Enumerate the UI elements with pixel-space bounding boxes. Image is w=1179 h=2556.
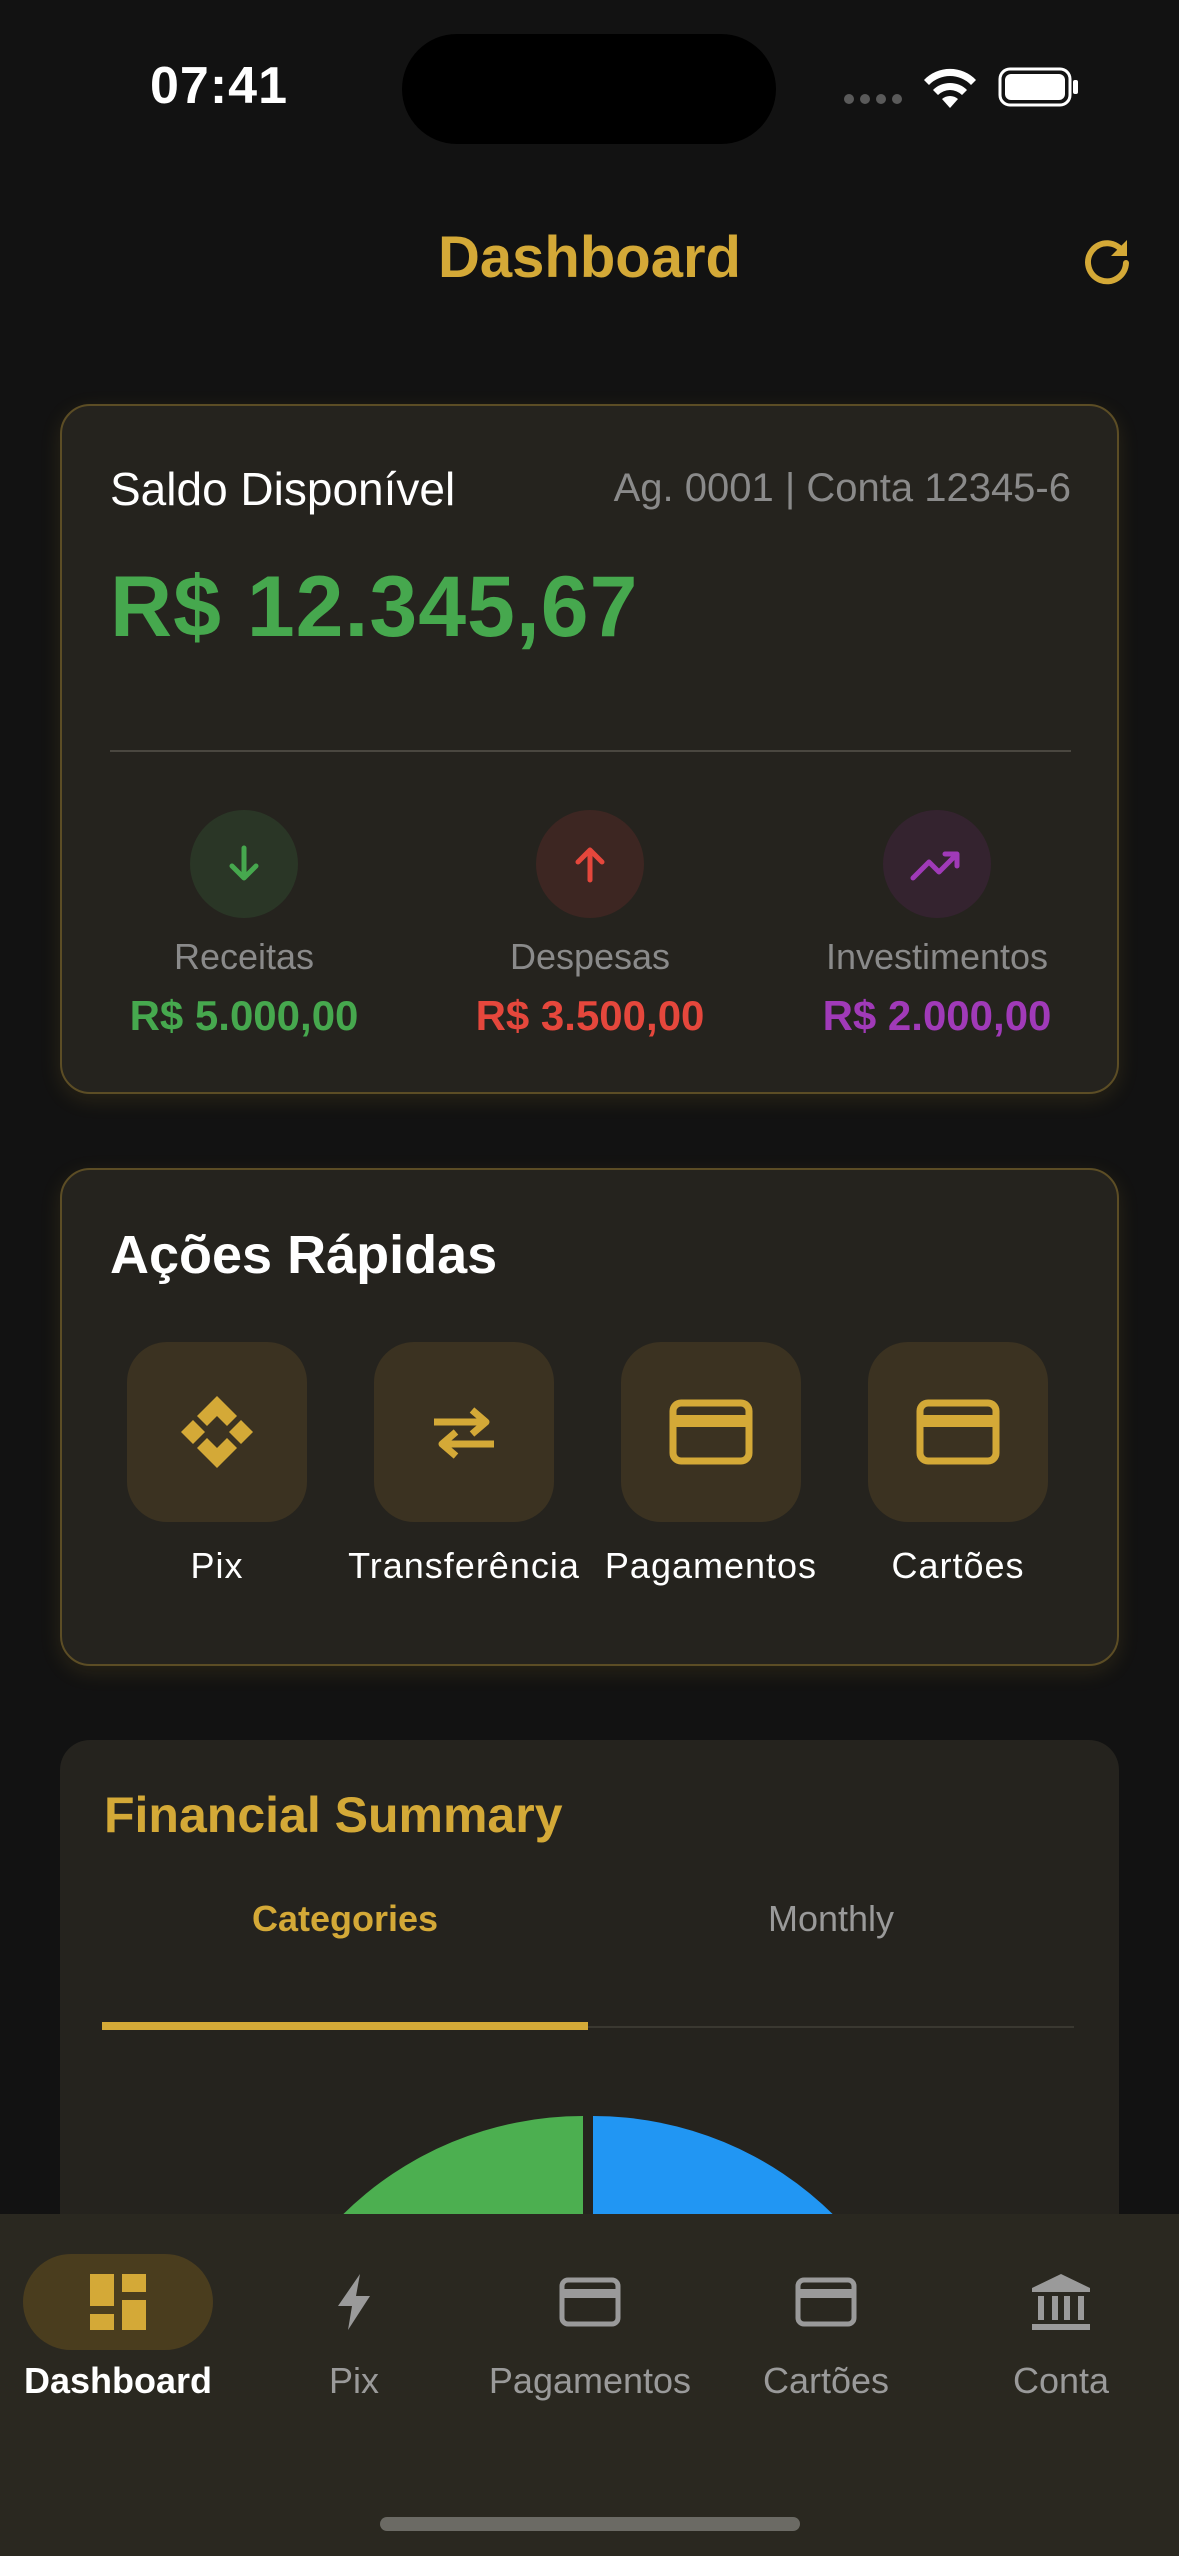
arrow-up-icon xyxy=(536,810,644,918)
action-label: Cartões xyxy=(891,1545,1025,1586)
stat-investments: Investimentos R$ 2.000,00 xyxy=(767,810,1107,1040)
trending-up-icon xyxy=(883,810,991,918)
action-pix[interactable]: Pix xyxy=(94,1342,340,1590)
nav-item-dashboard[interactable]: Dashboard xyxy=(0,2254,236,2402)
balance-card: Saldo Disponível Ag. 0001 | Conta 12345-… xyxy=(60,404,1119,1094)
stat-expenses: Despesas R$ 3.500,00 xyxy=(420,810,760,1040)
arrow-down-icon xyxy=(190,810,298,918)
card-icon[interactable] xyxy=(868,1342,1048,1522)
dashboard-icon[interactable] xyxy=(23,2254,213,2350)
stat-label: Investimentos xyxy=(825,936,1049,977)
bank-icon[interactable] xyxy=(966,2254,1156,2350)
card-icon[interactable] xyxy=(495,2254,685,2350)
status-time: 07:41 xyxy=(150,57,288,115)
nav-label: Dashboard xyxy=(23,2360,213,2401)
account-info: Ag. 0001 | Conta 12345-6 xyxy=(613,466,1071,510)
pix-icon[interactable] xyxy=(127,1342,307,1522)
bottom-nav: Dashboard Pix Pagamentos Cartões Conta xyxy=(0,2214,1179,2556)
card-icon[interactable] xyxy=(731,2254,921,2350)
stat-income: Receitas R$ 5.000,00 xyxy=(74,810,414,1040)
nav-label: Cartões xyxy=(762,2360,890,2401)
nav-label: Conta xyxy=(1012,2360,1110,2401)
action-label: Pix xyxy=(190,1545,244,1586)
wifi-icon xyxy=(924,68,976,108)
stat-value: R$ 3.500,00 xyxy=(475,992,705,1039)
action-label: Pagamentos xyxy=(604,1545,818,1586)
nav-label: Pix xyxy=(328,2360,379,2401)
status-bar: 07:41 xyxy=(0,0,1179,150)
stat-label: Despesas xyxy=(509,936,671,977)
home-indicator xyxy=(380,2517,800,2531)
nav-label: Pagamentos xyxy=(488,2360,692,2401)
action-label: Transferência xyxy=(348,1545,580,1586)
stat-label: Receitas xyxy=(173,936,315,977)
divider xyxy=(110,750,1071,752)
action-cards[interactable]: Cartões xyxy=(835,1342,1081,1590)
dashboard-screen: 07:41 Dashboard Saldo Disponível Ag. 000… xyxy=(0,0,1179,2556)
nav-item-pix[interactable]: Pix xyxy=(236,2254,472,2402)
refresh-icon[interactable] xyxy=(1078,232,1136,290)
nav-item-cards[interactable]: Cartões xyxy=(708,2254,944,2402)
bolt-icon[interactable] xyxy=(259,2254,449,2350)
stat-value: R$ 5.000,00 xyxy=(129,992,359,1039)
transfer-icon[interactable] xyxy=(374,1342,554,1522)
card-icon[interactable] xyxy=(621,1342,801,1522)
nav-item-payments[interactable]: Pagamentos xyxy=(472,2254,708,2402)
action-transfer[interactable]: Transferência xyxy=(341,1342,587,1614)
balance-label: Saldo Disponível xyxy=(110,463,456,515)
quick-actions-title: Ações Rápidas xyxy=(110,1225,498,1285)
page-title: Dashboard xyxy=(438,225,741,290)
balance-amount: R$ 12.345,67 xyxy=(110,559,639,655)
stat-value: R$ 2.000,00 xyxy=(822,992,1052,1039)
action-payments[interactable]: Pagamentos xyxy=(588,1342,834,1590)
nav-item-account[interactable]: Conta xyxy=(943,2254,1179,2402)
dynamic-island xyxy=(402,34,776,144)
quick-actions-card: Ações Rápidas Pix Transferência Pagament… xyxy=(60,1168,1119,1666)
signal-icon xyxy=(844,94,902,104)
battery-icon xyxy=(998,67,1078,107)
